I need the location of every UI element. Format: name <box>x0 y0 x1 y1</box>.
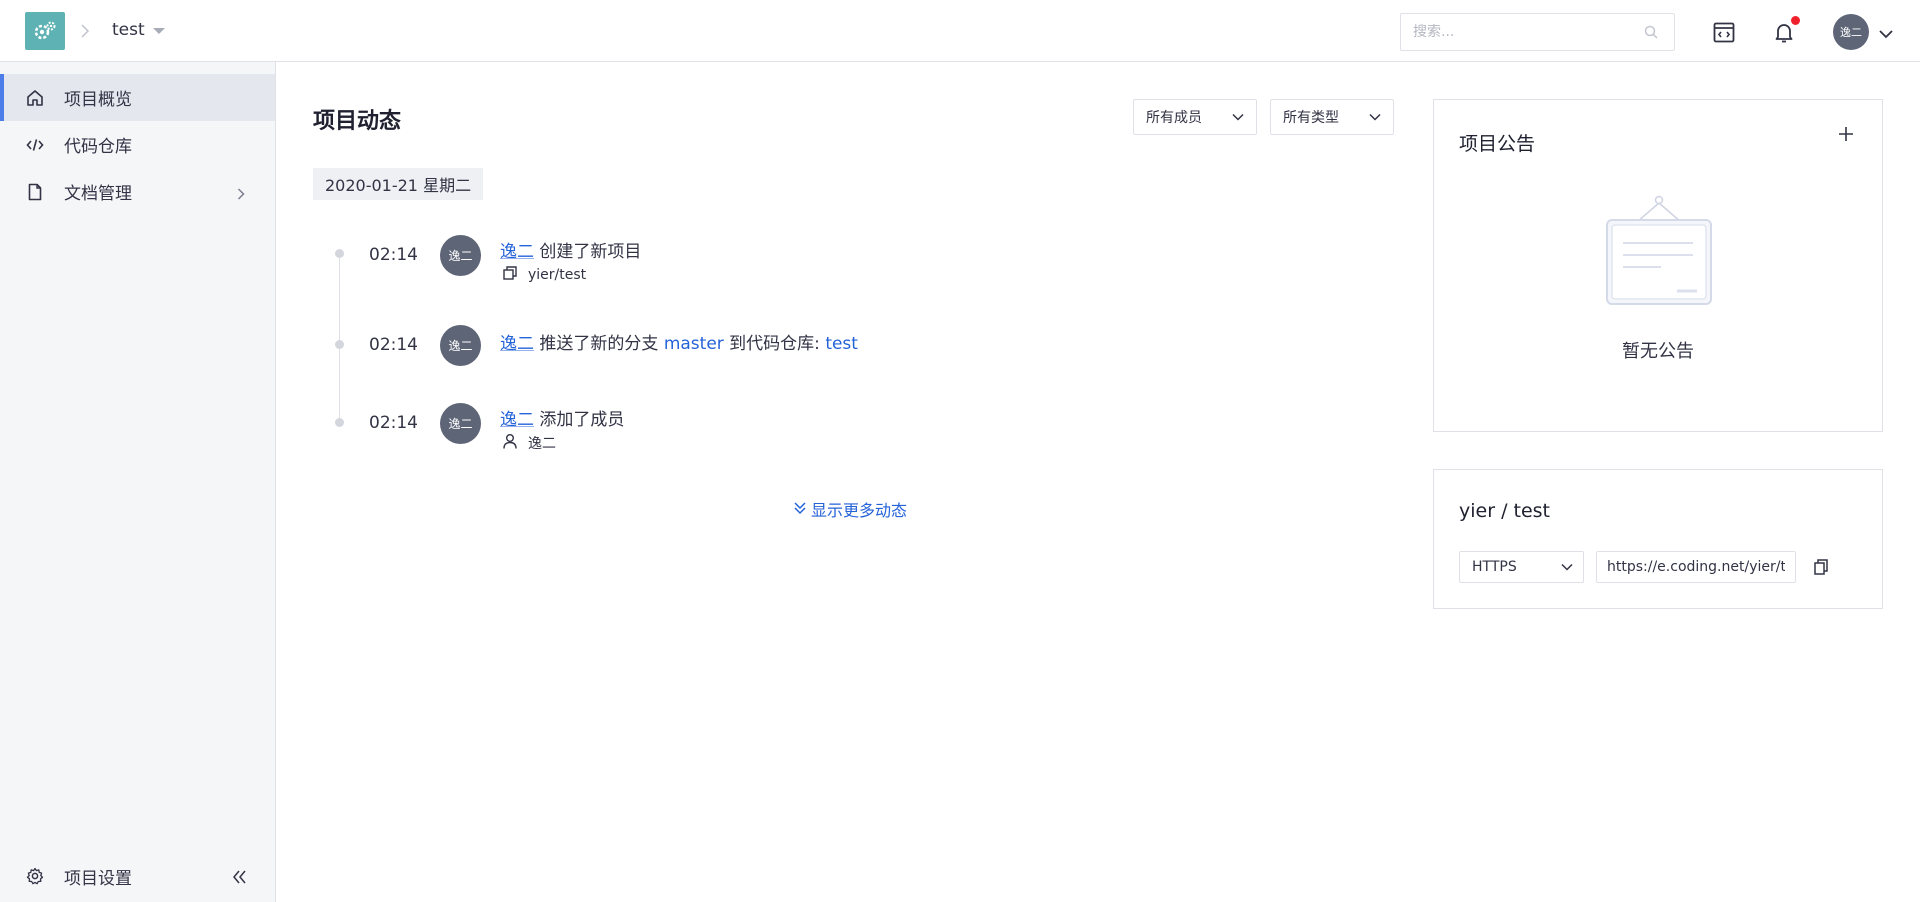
timeline-line <box>339 252 340 422</box>
caret-down-icon <box>152 28 165 34</box>
announcement-title: 项目公告 <box>1459 133 1536 155</box>
calendar-icon[interactable] <box>1710 18 1738 46</box>
entry-avatar[interactable]: 逸二 <box>440 325 481 366</box>
entry-avatar[interactable]: 逸二 <box>440 235 481 276</box>
entry-member-name[interactable]: 逸二 <box>528 433 556 453</box>
entry-text: 逸二 创建了新项目 <box>500 237 641 262</box>
gear-icon <box>25 866 45 886</box>
chevron-right-icon <box>80 22 90 43</box>
sidebar-item-overview[interactable]: 项目概览 <box>0 74 275 121</box>
project-settings-link[interactable]: 项目设置 <box>25 864 132 889</box>
entry-time: 02:14 <box>369 413 418 433</box>
sidebar-footer-label: 项目设置 <box>64 868 132 889</box>
project-name: test <box>112 20 145 40</box>
timeline-dot <box>335 418 344 427</box>
repo-link[interactable]: test <box>825 334 858 354</box>
entry-sub: 逸二 <box>502 433 556 453</box>
sidebar-item-code-repo[interactable]: 代码仓库 <box>0 121 275 168</box>
chevron-down-icon[interactable] <box>1879 24 1893 44</box>
protocol-label: HTTPS <box>1472 559 1517 575</box>
logo-icon[interactable] <box>25 12 65 50</box>
chevron-down-icon <box>1232 109 1244 125</box>
entry-project-path[interactable]: yier/test <box>528 267 586 283</box>
entry-action: 推送了新的分支 <box>539 334 659 354</box>
chevron-right-icon <box>237 185 245 205</box>
entry-sub: yier/test <box>502 265 586 285</box>
double-chevron-down-icon <box>793 500 807 519</box>
branch-link[interactable]: master <box>664 334 724 354</box>
announcement-panel: 项目公告 暂无公告 <box>1433 99 1883 432</box>
show-more-button[interactable]: 显示更多动态 <box>793 497 907 521</box>
sidebar-item-label: 代码仓库 <box>64 137 132 157</box>
type-filter-label: 所有类型 <box>1283 110 1339 126</box>
entry-middle-text: 到代码仓库: <box>729 334 820 354</box>
search-input[interactable] <box>1400 13 1675 51</box>
protocol-select[interactable]: HTTPS <box>1459 551 1584 583</box>
chevron-down-icon <box>1561 559 1573 575</box>
user-avatar[interactable]: 逸二 <box>1833 14 1869 50</box>
sidebar-item-label: 文档管理 <box>64 184 132 204</box>
timeline-dot <box>335 249 344 258</box>
repo-clone-panel: yier / test HTTPS <box>1433 469 1883 609</box>
clone-url-field[interactable] <box>1596 551 1796 583</box>
copy-icon[interactable] <box>1811 557 1831 577</box>
empty-announcement-text: 暂无公告 <box>1622 341 1694 362</box>
project-switcher[interactable]: test <box>112 20 165 40</box>
entry-text: 逸二 添加了成员 <box>500 405 624 430</box>
entry-action: 添加了成员 <box>539 410 625 430</box>
entry-action: 创建了新项目 <box>539 242 642 262</box>
type-filter-dropdown[interactable]: 所有类型 <box>1270 99 1394 135</box>
user-icon <box>502 433 518 453</box>
top-bar: test 逸二 <box>0 0 1920 62</box>
add-announcement-button[interactable] <box>1834 122 1858 146</box>
search-icon[interactable] <box>1644 24 1658 39</box>
entry-text: 逸二 推送了新的分支 master 到代码仓库: test <box>500 329 858 354</box>
date-label: 2020-01-21 星期二 <box>313 168 484 200</box>
chevron-down-icon <box>1369 109 1381 125</box>
sidebar: 项目概览 代码仓库 文档管理 项目设置 <box>0 62 276 902</box>
code-icon <box>25 135 45 155</box>
empty-board-icon <box>1604 195 1714 312</box>
entry-time: 02:14 <box>369 245 418 265</box>
home-icon <box>25 88 45 108</box>
activity-title: 项目动态 <box>313 109 402 134</box>
repo-title: yier / test <box>1459 500 1550 522</box>
entry-avatar[interactable]: 逸二 <box>440 403 481 444</box>
project-icon <box>502 265 518 285</box>
entry-time: 02:14 <box>369 335 418 355</box>
show-more-label: 显示更多动态 <box>811 501 908 520</box>
user-link[interactable]: 逸二 <box>500 242 534 262</box>
member-filter-dropdown[interactable]: 所有成员 <box>1133 99 1257 135</box>
sidebar-item-docs[interactable]: 文档管理 <box>0 168 275 215</box>
member-filter-label: 所有成员 <box>1146 110 1202 126</box>
sidebar-item-label: 项目概览 <box>64 90 132 110</box>
timeline-dot <box>335 340 344 349</box>
user-link[interactable]: 逸二 <box>500 410 534 430</box>
sidebar-footer: 项目设置 <box>0 850 275 902</box>
document-icon <box>25 182 45 202</box>
notification-badge <box>1791 16 1800 25</box>
collapse-sidebar-icon[interactable] <box>232 869 248 889</box>
user-link[interactable]: 逸二 <box>500 334 534 354</box>
